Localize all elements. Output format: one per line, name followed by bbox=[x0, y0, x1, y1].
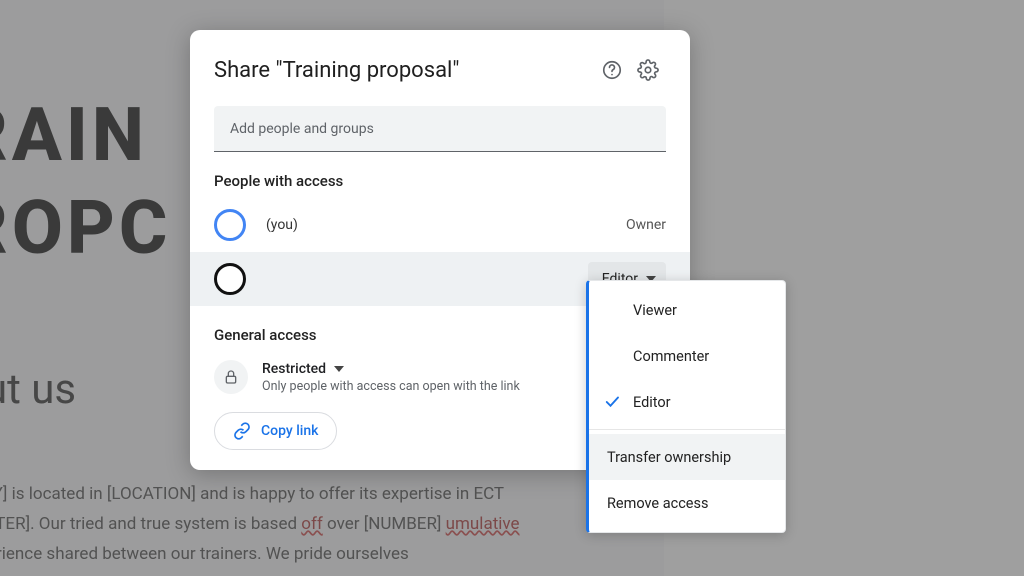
add-people-input[interactable]: Add people and groups bbox=[214, 106, 666, 152]
dropdown-item-label: Viewer bbox=[633, 302, 677, 319]
avatar-icon bbox=[214, 263, 246, 295]
access-level-desc: Only people with access can open with th… bbox=[262, 379, 520, 394]
caret-down-icon bbox=[334, 366, 344, 372]
copy-link-button[interactable]: Copy link bbox=[214, 412, 337, 450]
dropdown-item-editor[interactable]: Editor bbox=[589, 379, 785, 425]
dropdown-item-transfer-ownership[interactable]: Transfer ownership bbox=[589, 434, 785, 480]
person-name-you: (you) bbox=[246, 217, 626, 233]
role-dropdown-menu: Viewer Commenter Editor Transfer ownersh… bbox=[586, 280, 786, 533]
role-owner: Owner bbox=[626, 217, 666, 233]
help-icon[interactable] bbox=[594, 52, 630, 88]
dropdown-item-label: Remove access bbox=[607, 495, 708, 512]
dropdown-item-viewer[interactable]: Viewer bbox=[589, 287, 785, 333]
dropdown-item-label: Transfer ownership bbox=[607, 449, 731, 466]
people-with-access-heading: People with access bbox=[190, 152, 690, 198]
dropdown-item-commenter[interactable]: Commenter bbox=[589, 333, 785, 379]
dropdown-item-label: Commenter bbox=[633, 348, 709, 365]
lock-icon bbox=[214, 360, 248, 394]
access-level-label: Restricted bbox=[262, 361, 326, 377]
dropdown-separator bbox=[589, 429, 785, 430]
avatar-icon bbox=[214, 209, 246, 241]
copy-link-label: Copy link bbox=[261, 423, 318, 439]
dialog-title: Share "Training proposal" bbox=[214, 58, 594, 83]
dropdown-item-label: Editor bbox=[633, 394, 671, 411]
dropdown-item-remove-access[interactable]: Remove access bbox=[589, 480, 785, 526]
settings-gear-icon[interactable] bbox=[630, 52, 666, 88]
access-level-button[interactable]: Restricted bbox=[262, 361, 520, 377]
checkmark-icon bbox=[603, 393, 621, 411]
add-people-placeholder: Add people and groups bbox=[230, 121, 374, 137]
person-row-owner: (you) Owner bbox=[190, 198, 690, 252]
